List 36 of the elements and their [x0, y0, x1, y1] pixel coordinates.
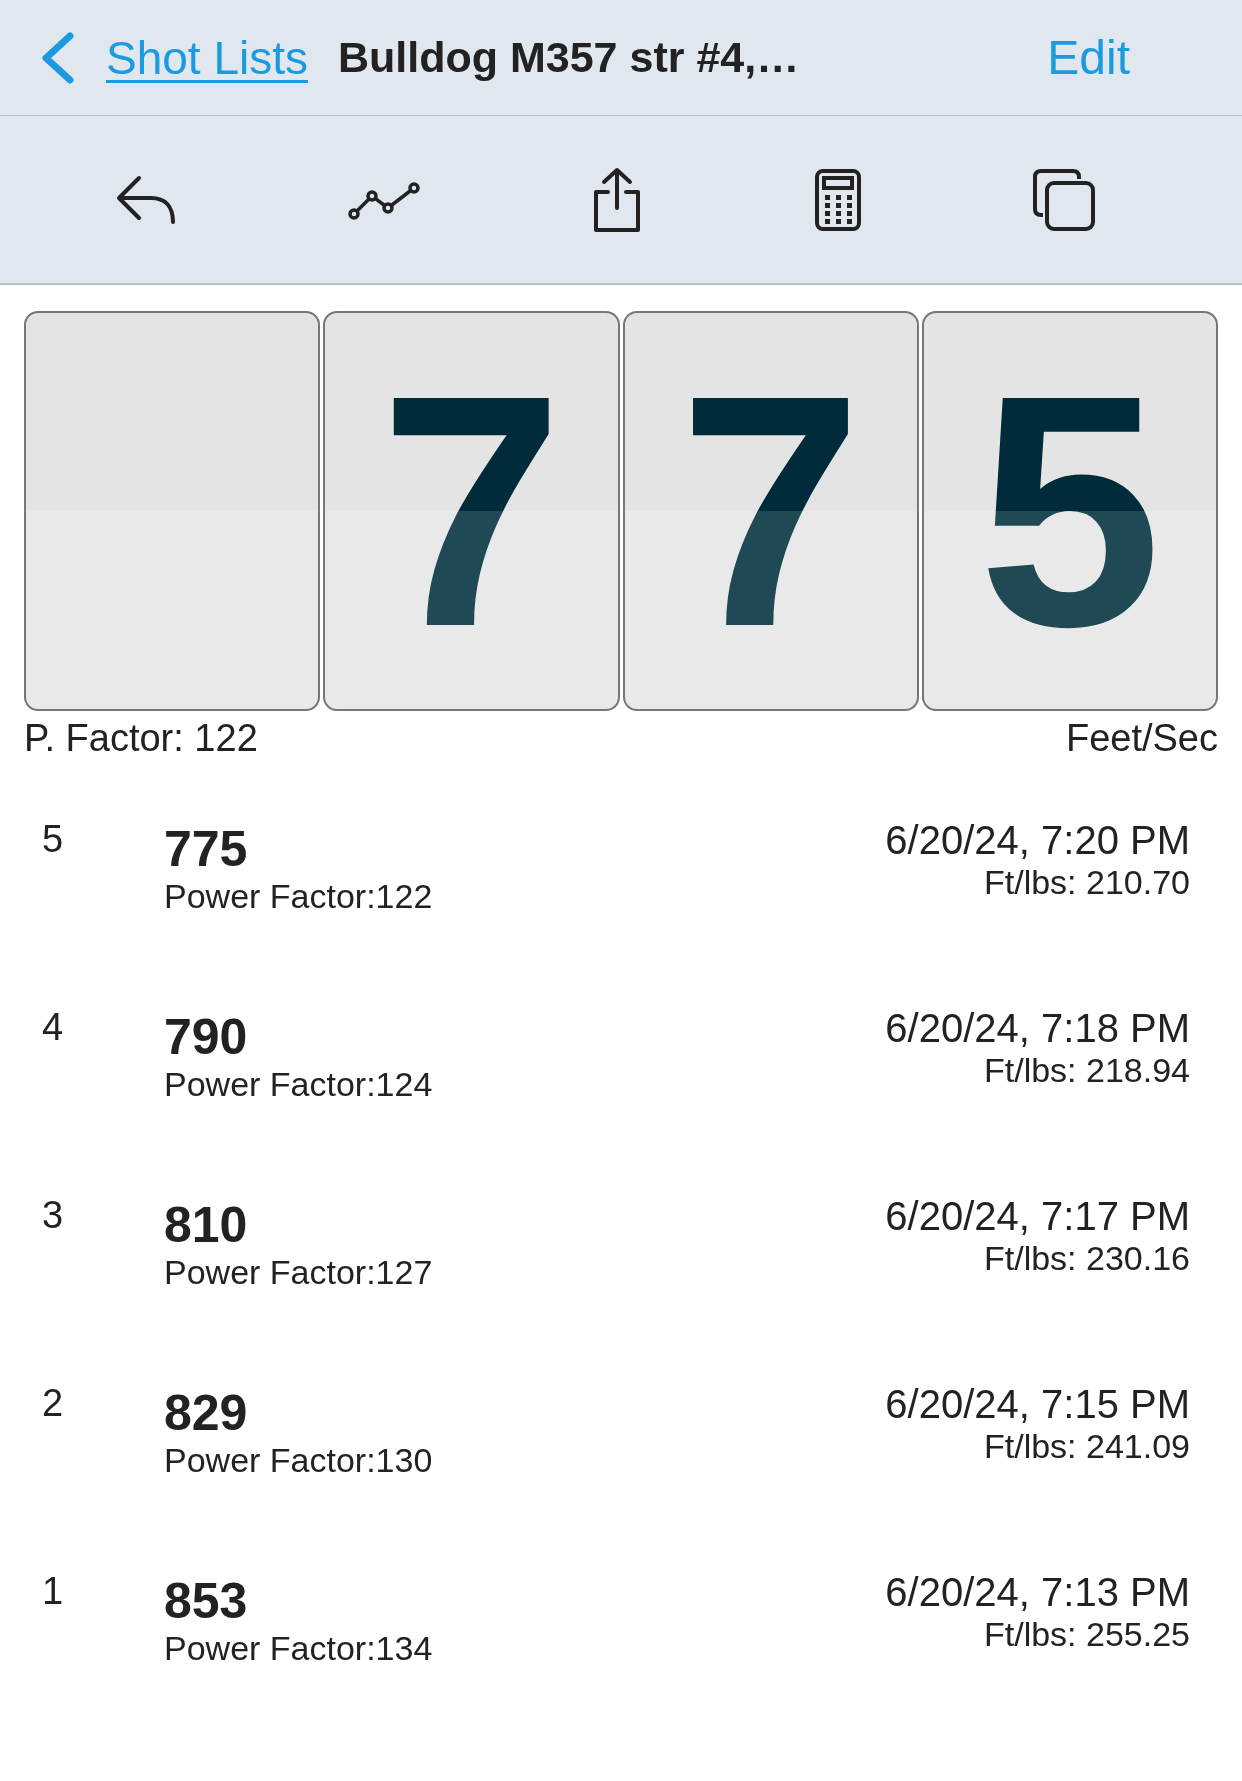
velocity-value: 775	[164, 822, 249, 877]
shot-number: 1	[42, 1570, 65, 1613]
timestamp: 6/20/24, 7:13 PM	[885, 1570, 1190, 1615]
shot-number: 3	[42, 1194, 65, 1237]
energy-text: Ft/lbs: 241.09	[984, 1427, 1190, 1466]
shot-number: 2	[42, 1382, 65, 1425]
timestamp: 6/20/24, 7:17 PM	[885, 1194, 1190, 1239]
velocity-value: 810	[164, 1198, 249, 1253]
timestamp: 6/20/24, 7:18 PM	[885, 1006, 1190, 1051]
shot-number: 5	[42, 818, 65, 861]
line-chart-icon[interactable]	[348, 179, 421, 220]
shot-number: 4	[42, 1006, 65, 1049]
power-factor-text: Power Factor:127	[164, 1253, 433, 1292]
power-factor-caption: P. Factor: 122	[24, 717, 258, 760]
digit-tile: 5	[921, 311, 1218, 711]
energy-text: Ft/lbs: 218.94	[984, 1051, 1190, 1090]
velocity-value: 853	[164, 1574, 249, 1629]
timestamp: 6/20/24, 7:15 PM	[885, 1382, 1190, 1427]
unit-caption: Feet/Sec	[1065, 717, 1218, 760]
energy-text: Ft/lbs: 255.25	[984, 1615, 1190, 1654]
velocity-value: 829	[164, 1386, 249, 1441]
copy-icon[interactable]	[1031, 166, 1098, 233]
digit-tile: 7	[323, 311, 620, 711]
back-link[interactable]: Shot Lists	[106, 30, 308, 85]
timestamp: 6/20/24, 7:20 PM	[885, 818, 1190, 863]
power-factor-text: Power Factor:124	[164, 1065, 433, 1104]
energy-text: Ft/lbs: 210.70	[984, 863, 1190, 902]
velocity-value: 790	[164, 1010, 249, 1065]
calculator-icon[interactable]	[813, 167, 862, 232]
edit-button[interactable]: Edit	[1047, 30, 1130, 85]
energy-text: Ft/lbs: 230.16	[984, 1239, 1190, 1278]
power-factor-text: Power Factor:134	[164, 1629, 433, 1668]
power-factor-text: Power Factor:130	[164, 1441, 433, 1480]
power-factor-text: Power Factor:122	[164, 877, 433, 916]
window-title: Bulldog M357 str #4,…	[338, 33, 800, 82]
digit-tile: 7	[622, 311, 919, 711]
